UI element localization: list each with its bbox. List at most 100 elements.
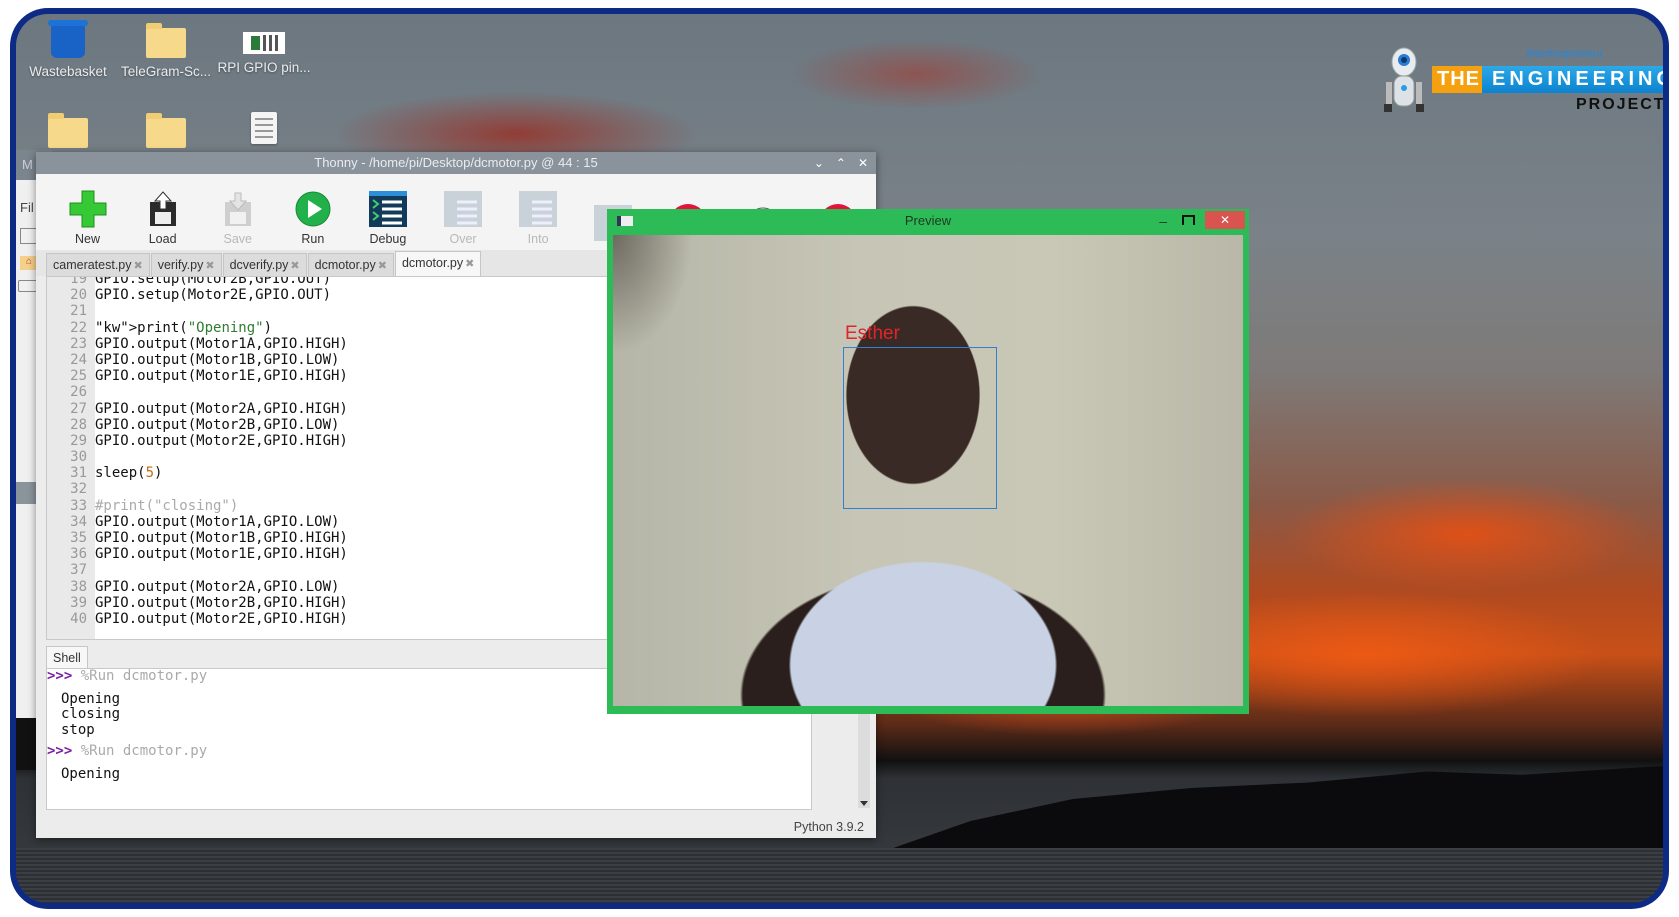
desktop-icon-rpi-gpio-pdf[interactable]: RPI GPIO pin... (214, 32, 314, 75)
folder-icon (48, 113, 88, 148)
code-text: GPIO.output(Motor2B,GPIO.LOW) (95, 416, 340, 433)
plus-icon (69, 190, 107, 228)
new-button[interactable]: New (50, 186, 125, 250)
desktop-icon-folder-3[interactable] (116, 113, 216, 154)
tab-close-icon[interactable]: ✖ (205, 260, 214, 272)
run-label: Run (301, 232, 325, 246)
code-line: 19 GPIO.setup(Motor2B,GPIO.OUT) (47, 276, 348, 287)
code-line: 39 GPIO.output(Motor2B,GPIO.HIGH) (47, 595, 348, 611)
maximize-button[interactable] (1182, 215, 1195, 225)
code-text: GPIO.setup(Motor2E,GPIO.OUT) (95, 287, 332, 304)
tab-close-icon[interactable]: ✖ (134, 260, 143, 272)
engineering-projects-logo: #technopreneur THE ENGINEERING PROJECTS (1376, 44, 1663, 124)
tab-dcmotor-py[interactable]: dcmotor.py ✖ (394, 251, 482, 276)
wallpaper-sea (16, 848, 1663, 903)
camera-feed: Esther (613, 235, 1243, 706)
run-button[interactable]: Run (275, 186, 350, 250)
line-number: 22 (70, 319, 87, 336)
line-number: 28 (70, 416, 87, 433)
line-number: 32 (70, 481, 87, 498)
save-file-icon (224, 192, 251, 226)
minimize-button[interactable]: ⌄ (814, 152, 824, 174)
minimize-button[interactable]: – (1159, 209, 1167, 233)
tab-label: dcmotor.py (314, 258, 376, 272)
code-line: 21 (47, 303, 348, 319)
code-line: 38 GPIO.output(Motor2A,GPIO.LOW) (47, 579, 348, 595)
tab-dcverify-py[interactable]: dcverify.py ✖ (222, 253, 307, 276)
line-number: 33 (70, 497, 87, 514)
save-button[interactable]: Save (200, 186, 275, 250)
save-label: Save (223, 232, 252, 246)
preview-title: Preview (904, 213, 952, 228)
tab-verify-py[interactable]: verify.py ✖ (150, 253, 222, 276)
logo-word-projects: PROJECTS (1576, 96, 1663, 113)
line-number: 19 (70, 276, 87, 287)
shell-prompt: >>> (47, 668, 73, 684)
tab-dcmotor-py[interactable]: dcmotor.py ✖ (307, 253, 394, 276)
code-line: 36 GPIO.output(Motor1E,GPIO.HIGH) (47, 546, 348, 562)
logo-tagline: #technopreneur (1526, 48, 1604, 60)
preview-titlebar[interactable]: Preview – ✕ (607, 209, 1249, 233)
tab-cameratest-py[interactable]: cameratest.py ✖ (46, 253, 150, 276)
shell-command: %Run dcmotor.py (80, 743, 208, 759)
desktop-icon-text-document[interactable] (214, 112, 314, 150)
shell-output-line: stop (61, 721, 95, 738)
interpreter-status[interactable]: Python 3.9.2 (794, 820, 864, 834)
desktop-icon-folder-2[interactable] (18, 113, 118, 154)
desktop-icon-telegram-folder[interactable]: TeleGram-Sc... (116, 23, 216, 79)
code-line: 27 GPIO.output(Motor2A,GPIO.HIGH) (47, 401, 348, 417)
code-text: GPIO.output(Motor1E,GPIO.HIGH) (95, 368, 348, 385)
line-number: 20 (70, 287, 87, 304)
code-text: GPIO.output(Motor1A,GPIO.LOW) (95, 513, 340, 530)
document-icon (251, 112, 277, 144)
shell-command-line: >>> %Run dcmotor.py (47, 743, 811, 760)
load-file-icon (149, 191, 176, 226)
close-button[interactable]: ✕ (1205, 211, 1245, 229)
code-text: GPIO.output(Motor1A,GPIO.HIGH) (95, 335, 348, 352)
close-button[interactable]: ✕ (858, 152, 868, 174)
step-over-button[interactable]: Over (425, 186, 500, 250)
line-number: 31 (70, 465, 87, 482)
window-title: Thonny - /home/pi/Desktop/dcmotor.py @ 4… (314, 155, 598, 170)
preview-window: Preview – ✕ Esther (607, 209, 1249, 714)
line-number: 30 (70, 449, 87, 466)
line-number: 26 (70, 384, 87, 401)
code-line: 28 GPIO.output(Motor2B,GPIO.LOW) (47, 417, 348, 433)
tab-close-icon[interactable]: ✖ (378, 260, 387, 272)
line-number: 34 (70, 513, 87, 530)
code-line: 29 GPIO.output(Motor2E,GPIO.HIGH) (47, 433, 348, 449)
tab-shell[interactable]: Shell (46, 646, 88, 669)
step-into-icon (519, 191, 558, 227)
code-line: 33 #print("closing") (47, 498, 348, 514)
maximize-button[interactable]: ⌃ (836, 152, 846, 174)
shell-output-line: Opening (61, 765, 121, 782)
shell-prompt: >>> (47, 743, 73, 759)
code-line: 24 GPIO.output(Motor1B,GPIO.LOW) (47, 352, 348, 368)
code-line: 22 "kw">print("Opening") (47, 320, 348, 336)
code-text: GPIO.output(Motor2A,GPIO.HIGH) (95, 400, 348, 417)
code-text: "kw">print("Opening") (95, 319, 273, 336)
code-line: 23 GPIO.output(Motor1A,GPIO.HIGH) (47, 336, 348, 352)
tab-close-icon[interactable]: ✖ (465, 258, 474, 270)
logo-word-engineering: ENGINEERING (1482, 66, 1663, 93)
debug-button[interactable]: Debug (350, 186, 425, 250)
step-into-button[interactable]: Into (501, 186, 576, 250)
tab-label: dcmotor.py (401, 256, 464, 270)
file-manager-menu[interactable]: Fil (20, 200, 34, 215)
shell-command: %Run dcmotor.py (80, 668, 208, 684)
code-line: 40 GPIO.output(Motor2E,GPIO.HIGH) (47, 611, 348, 627)
load-button[interactable]: Load (125, 186, 200, 250)
new-label: New (75, 232, 101, 246)
thonny-titlebar[interactable]: Thonny - /home/pi/Desktop/dcmotor.py @ 4… (36, 152, 876, 174)
code-text: GPIO.output(Motor1B,GPIO.HIGH) (95, 530, 348, 546)
code-text: sleep(5) (95, 465, 163, 482)
code-line: 25 GPIO.output(Motor1E,GPIO.HIGH) (47, 368, 348, 384)
line-number: 39 (70, 594, 87, 611)
line-number: 36 (70, 546, 87, 563)
debug-icon (368, 191, 407, 227)
scroll-down-arrow-icon[interactable] (860, 801, 868, 806)
desktop-icon-wastebasket[interactable]: Wastebasket (18, 20, 118, 79)
code-line: 26 (47, 384, 348, 400)
tab-close-icon[interactable]: ✖ (290, 260, 299, 272)
camera-shadow (613, 235, 693, 355)
